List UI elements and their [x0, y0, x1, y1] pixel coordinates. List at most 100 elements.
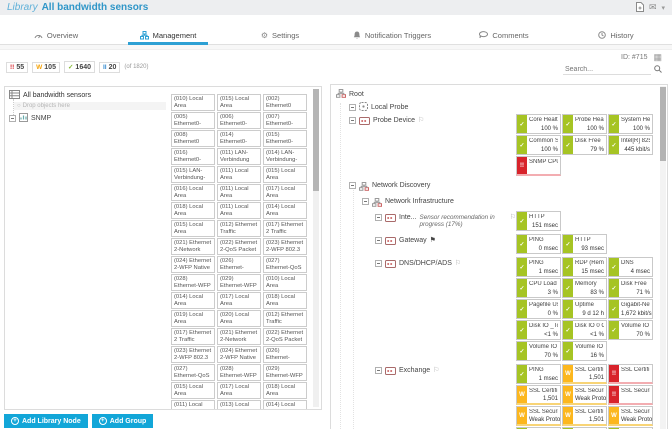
sensor-cell[interactable]: (008) Ethernet0 Traffic — [171, 130, 215, 147]
expander-icon[interactable] — [375, 367, 382, 374]
warning-counter[interactable]: W 105 — [32, 61, 60, 73]
sensor-cell[interactable]: (011) Local Area — [171, 400, 215, 409]
node-label[interactable]: Network Discovery — [372, 182, 430, 189]
sensor-cell[interactable]: (012) Ethernet Traffic — [263, 310, 307, 327]
search-input[interactable] — [563, 65, 651, 75]
expander-icon[interactable] — [349, 117, 356, 124]
sensor-cell[interactable]: (021) Ethernet 2-Network — [171, 238, 215, 255]
expander-icon[interactable] — [349, 104, 356, 111]
sensor-cell[interactable]: (005) Ethernet0-WFP Native — [171, 112, 215, 129]
search-icon[interactable] — [654, 65, 662, 75]
sensor-chip[interactable]: !!SSL Certifi... — [608, 364, 653, 384]
sensor-chip[interactable]: ✓ Disk Free 71 % — [608, 278, 653, 298]
sensor-cell[interactable]: (010) Local Area — [263, 274, 307, 291]
sensor-cell[interactable]: (014) Local Area — [263, 400, 307, 409]
add-library-node-button[interactable]: + Add Library Node — [4, 414, 88, 428]
sensor-cell[interactable]: (022) Ethernet 2-QoS Packet — [217, 238, 261, 255]
left-scrollbar[interactable] — [313, 89, 319, 407]
sensor-chip[interactable]: WSSL Certifi...1,501 — [562, 364, 607, 384]
sensor-chip[interactable]: WSSL Securi...Weak Proto... — [516, 406, 561, 426]
flag-icon[interactable]: ⚑ — [430, 237, 436, 244]
sensor-chip[interactable]: WSSL Securi...Weak Proto... — [608, 406, 653, 426]
sensor-chip[interactable]: ✓ PING 1 msec — [516, 364, 561, 384]
sensor-cell[interactable]: (021) Ethernet 2-Network — [217, 328, 261, 345]
paused-counter[interactable]: II 20 — [99, 61, 121, 73]
tab-settings[interactable]: ⚙ Settings — [224, 26, 336, 44]
sensor-cell[interactable]: (027) Ethernet-QoS Packet — [263, 256, 307, 273]
sensor-cell[interactable]: (006) Ethernet0-QoS Packet — [217, 112, 261, 129]
sensor-cell[interactable]: (014) LAN-Verbindung-QoS — [263, 148, 307, 165]
sensor-chip[interactable]: ✓Gigabit-Net... 1,672 kbit/s — [608, 299, 653, 319]
flag-icon[interactable]: ⚐ — [455, 260, 461, 267]
new-object-icon[interactable] — [635, 1, 644, 14]
tree-node-root[interactable]: Root — [336, 88, 657, 101]
sensor-cell[interactable]: (014) Local Area — [263, 202, 307, 219]
sensor-chip[interactable]: ✓ HTTP 93 msec — [562, 234, 607, 254]
sensor-cell[interactable]: (017) Ethernet 2 Traffic — [263, 220, 307, 237]
sensor-chip[interactable]: WSSL Securi...Weak Proto... — [562, 385, 607, 405]
sensor-chip[interactable]: WSSL Certifi...1,501 — [516, 385, 561, 405]
tab-comments[interactable]: Comments — [448, 26, 560, 44]
tab-overview[interactable]: Overview — [0, 26, 112, 44]
sensor-cell[interactable]: (022) Ethernet 2-QoS Packet — [263, 328, 307, 345]
sensor-cell[interactable]: (029) Ethernet-WFP Native — [263, 364, 307, 381]
node-label[interactable]: Gateway — [399, 237, 427, 244]
sensor-chip[interactable]: !!SSL Securi... — [608, 385, 653, 405]
expander-icon[interactable] — [375, 260, 382, 267]
sensor-chip[interactable]: ✓Disk IO _To... <1 % — [516, 320, 561, 340]
node-label[interactable]: DNS/DHCP/ADS — [399, 260, 452, 267]
sensor-cell[interactable]: (015) Local Area — [217, 94, 261, 111]
sensor-chip[interactable]: ✓Volume IO ... 16 % — [562, 341, 607, 361]
sensor-cell[interactable]: (017) Local Area — [217, 292, 261, 309]
sensor-cell[interactable]: (028) Ethernet-WFP 802.3 — [171, 274, 215, 291]
sensor-cell[interactable]: (024) Ethernet 2-WFP Native — [171, 256, 215, 273]
sensor-cell[interactable]: (015) Local Area — [171, 382, 215, 399]
add-group-button[interactable]: + Add Group — [91, 414, 154, 428]
sensor-cell[interactable]: (015) Ethernet0-QoS Packet — [263, 130, 307, 147]
sensor-chip[interactable]: ✓ Uptime 9 d 12 h — [562, 299, 607, 319]
sensor-cell[interactable]: (013) Local Area — [217, 400, 261, 409]
sensor-cell[interactable]: (029) Ethernet-WFP Native — [217, 274, 261, 291]
sensor-cell[interactable]: (011) LAN-Verbindung — [217, 148, 261, 165]
sensor-chip[interactable]: ✓Pagefile Us... 0 % — [516, 299, 561, 319]
node-label[interactable]: Exchange — [399, 367, 430, 374]
sensor-cell[interactable]: (023) Ethernet 2-WFP 802.3 — [263, 238, 307, 255]
expander-icon[interactable] — [362, 198, 369, 205]
sensor-cell[interactable]: (014) Ethernet0-WFP Native — [217, 130, 261, 147]
flag-icon[interactable]: ⚐ — [433, 367, 439, 374]
sensor-chip[interactable]: ✓ PING 0 msec — [516, 234, 561, 254]
sensor-cell[interactable]: (002) Ethernet0 Traffic — [263, 94, 307, 111]
sensor-chip[interactable]: ✓ Memory 83 % — [562, 278, 607, 298]
sensor-cell[interactable]: (018) Local Area — [263, 292, 307, 309]
sensor-cell[interactable]: (018) Local Area — [263, 382, 307, 399]
sensor-cell[interactable]: (017) Local Area — [263, 184, 307, 201]
expander-icon[interactable] — [375, 237, 382, 244]
sensor-chip[interactable]: ✓ CPU Load 3 % — [516, 278, 561, 298]
sensor-cell[interactable]: (010) Local Area — [171, 94, 215, 111]
sensor-chip[interactable]: ✓ HTTP 151 msec — [516, 211, 561, 231]
sensor-cell[interactable]: (017) Ethernet 2 Traffic — [171, 328, 215, 345]
sensor-chip[interactable]: ✓RDP (Rem... 15 msec — [562, 257, 607, 277]
tab-management[interactable]: Management — [112, 26, 224, 45]
caret-down-icon[interactable]: ▾ — [661, 4, 665, 12]
sensor-cell[interactable]: (020) Local Area — [217, 310, 261, 327]
sensor-cell[interactable]: (018) Local Area — [171, 202, 215, 219]
sensor-chip[interactable]: ✓Volume IO ... 70 % — [608, 320, 653, 340]
sensor-chip[interactable]: ✓ Core Health 100 % — [516, 114, 561, 134]
expander-icon[interactable] — [349, 182, 356, 189]
node-label[interactable]: Probe Device — [373, 117, 415, 124]
qr-grid-icon[interactable]: ▦ — [653, 53, 662, 62]
sensor-cell[interactable]: (024) Ethernet 2-WFP Native — [217, 346, 261, 363]
sensor-chip[interactable]: ✓Disk IO 0 C: <1 % — [562, 320, 607, 340]
expander-icon[interactable] — [9, 115, 16, 122]
sensor-cell[interactable]: (012) Ethernet Traffic — [217, 220, 261, 237]
node-label[interactable]: Network Infrastructure — [385, 198, 454, 205]
tree-node-local-probe[interactable]: Local Probe — [336, 101, 657, 114]
sensor-chip[interactable]: ✓Probe Heal... 100 % — [562, 114, 607, 134]
mail-icon[interactable]: ✉ — [649, 3, 657, 12]
sensor-chip[interactable]: ✓ DNS 4 msec — [608, 257, 653, 277]
sensor-chip[interactable]: ✓System He... 100 % — [608, 114, 653, 134]
sensor-chip[interactable]: ✓Common S... 100 % — [516, 135, 561, 155]
sensor-chip[interactable]: ✓Volume IO ... 70 % — [516, 341, 561, 361]
sensor-cell[interactable]: (027) Ethernet-QoS Packet — [171, 364, 215, 381]
